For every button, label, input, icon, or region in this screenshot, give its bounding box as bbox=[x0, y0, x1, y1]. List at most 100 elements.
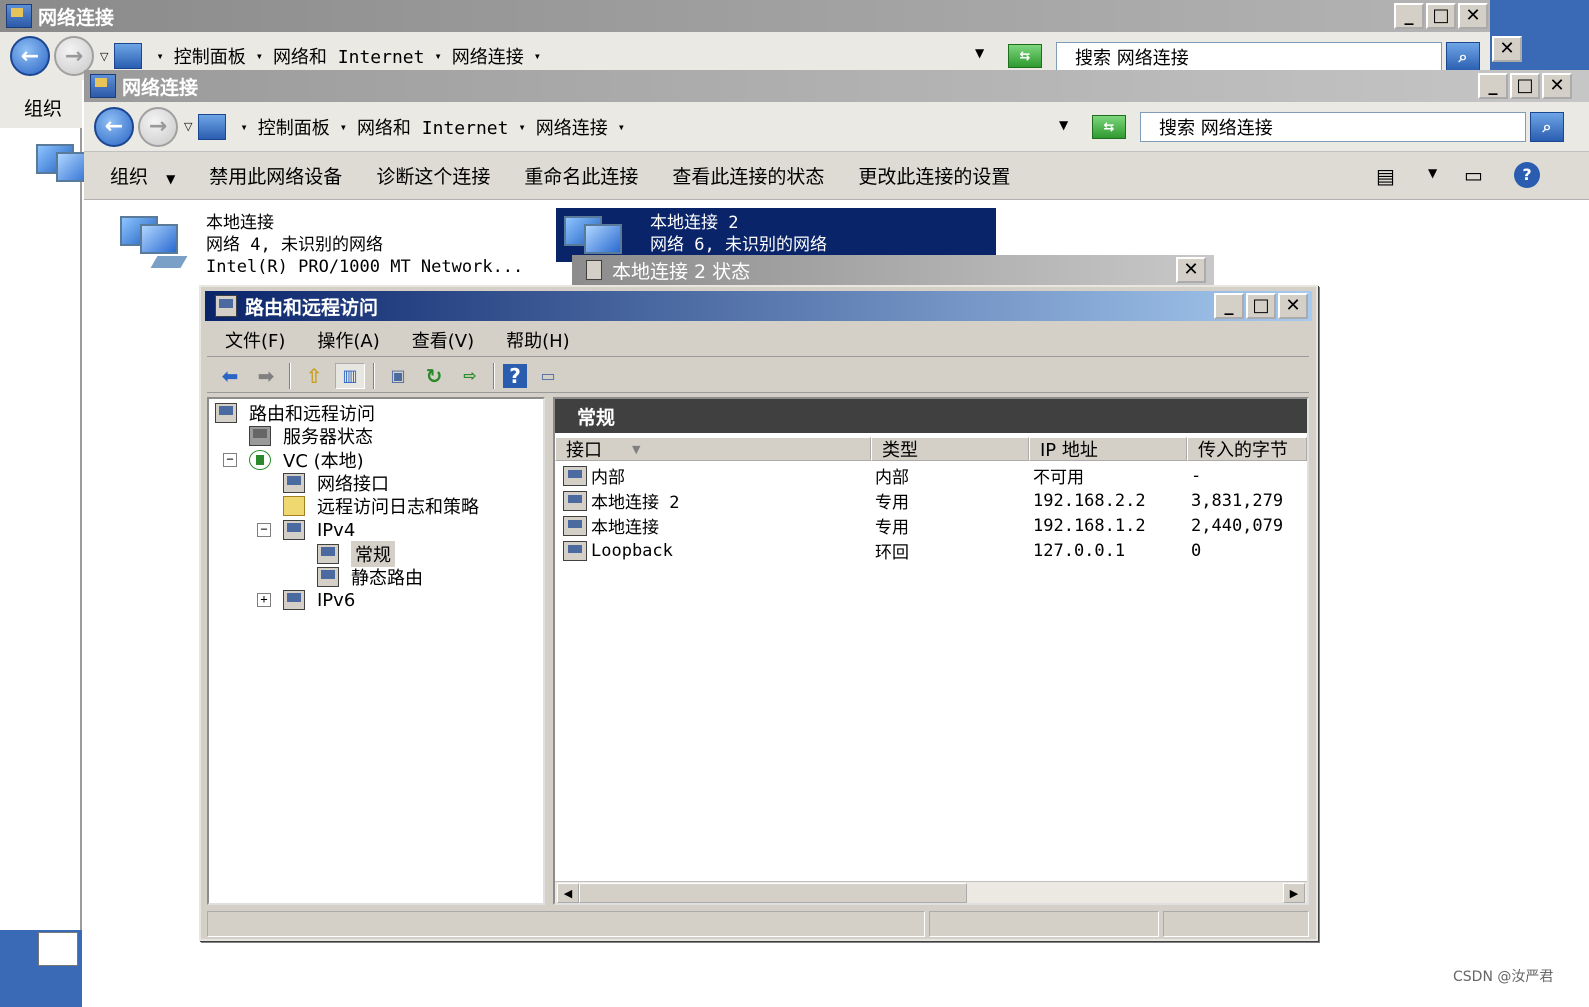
menu-file[interactable]: 文件(F) bbox=[207, 327, 299, 353]
preview-pane-icon[interactable]: ▭ bbox=[1464, 163, 1492, 187]
maximize-button[interactable]: □ bbox=[1426, 3, 1456, 29]
address-dropdown-icon[interactable]: ▼ bbox=[1059, 118, 1068, 132]
up-folder-icon[interactable]: ⇧ bbox=[299, 363, 329, 389]
minimize-button[interactable]: _ bbox=[1478, 73, 1508, 99]
tree-item-general[interactable]: 常规 bbox=[317, 541, 395, 567]
tree-item-ipv4[interactable]: − IPv4 bbox=[257, 518, 355, 542]
list-item[interactable]: 本地连接 网络 4, 未识别的网络 Intel(R) PRO/1000 MT N… bbox=[118, 212, 523, 278]
search-input[interactable]: 搜索 网络连接 bbox=[1056, 42, 1442, 72]
folder-icon bbox=[283, 496, 305, 516]
breadcrumb-item[interactable]: 网络连接 bbox=[452, 43, 524, 69]
column-header-interface[interactable]: 接口 ▼ bbox=[555, 437, 871, 461]
properties-icon[interactable]: ▣ bbox=[383, 363, 413, 389]
breadcrumb-item[interactable]: 网络连接 bbox=[536, 114, 608, 140]
column-header-bytes-in[interactable]: 传入的字节 bbox=[1187, 437, 1307, 461]
search-icon[interactable]: ⌕ bbox=[1530, 112, 1564, 142]
back-button[interactable]: ← bbox=[94, 106, 134, 147]
views-dropdown-icon[interactable]: ▼ bbox=[1428, 166, 1456, 190]
network-folder-icon bbox=[198, 113, 227, 140]
close-button[interactable]: ✕ bbox=[1458, 3, 1488, 29]
column-header-type[interactable]: 类型 bbox=[871, 437, 1029, 461]
minimize-button[interactable]: _ bbox=[1394, 3, 1424, 29]
status-dialog-title-bar[interactable]: 本地连接 2 状态 ✕ bbox=[572, 255, 1214, 285]
refresh-icon[interactable]: ↻ bbox=[419, 363, 449, 389]
back-arrow-icon[interactable]: ⬅ bbox=[215, 363, 245, 389]
organize-menu[interactable]: 组织 ▼ bbox=[84, 162, 192, 189]
change-settings-button[interactable]: 更改此连接的设置 bbox=[841, 162, 1027, 189]
close-button[interactable]: ✕ bbox=[1542, 73, 1572, 99]
scroll-left-icon[interactable]: ◀ bbox=[557, 883, 579, 903]
tree-item-network-interfaces[interactable]: 网络接口 bbox=[283, 471, 389, 495]
search-icon[interactable]: ⌕ bbox=[1446, 42, 1480, 72]
maximize-button[interactable]: □ bbox=[1510, 73, 1540, 99]
server-icon bbox=[249, 426, 271, 446]
tree-item-server[interactable]: − VC (本地) bbox=[223, 448, 364, 472]
window-body: 组织 bbox=[0, 80, 94, 930]
tree-item-remote-access-logging[interactable]: 远程访问日志和策略 bbox=[283, 494, 479, 518]
back-button[interactable]: ← bbox=[10, 36, 50, 76]
interface-icon bbox=[563, 490, 587, 511]
disable-device-button[interactable]: 禁用此网络设备 bbox=[192, 162, 359, 189]
window-controls: _ □ ✕ bbox=[1478, 73, 1572, 99]
table-row[interactable]: 内部 内部 不可用 - bbox=[555, 463, 1307, 488]
scrollbar-thumb[interactable] bbox=[579, 883, 967, 903]
show-tree-icon[interactable]: ▥ bbox=[335, 362, 365, 389]
window-title: 网络连接 bbox=[38, 6, 115, 29]
view-status-button[interactable]: 查看此连接的状态 bbox=[655, 162, 841, 189]
tree-item-ipv6[interactable]: + IPv6 bbox=[257, 588, 355, 612]
tree-item-static-routes[interactable]: 静态路由 bbox=[317, 565, 423, 589]
organize-menu[interactable]: 组织 bbox=[24, 94, 62, 121]
close-button[interactable]: ✕ bbox=[1492, 36, 1522, 62]
tree-item-server-status[interactable]: 服务器状态 bbox=[249, 424, 373, 448]
breadcrumb-item[interactable]: 控制面板 bbox=[174, 43, 246, 69]
scroll-right-icon[interactable]: ▶ bbox=[1283, 883, 1305, 903]
rename-connection-button[interactable]: 重命名此连接 bbox=[507, 162, 655, 189]
collapse-icon[interactable]: − bbox=[257, 523, 271, 537]
refresh-button[interactable]: ⇆ bbox=[1092, 115, 1126, 139]
menu-help[interactable]: 帮助(H) bbox=[488, 327, 584, 353]
network-connections-icon bbox=[90, 74, 116, 98]
breadcrumb-item[interactable]: 网络和 Internet bbox=[273, 43, 425, 69]
tree-item-rras-root[interactable]: 路由和远程访问 bbox=[215, 401, 375, 425]
menu-view[interactable]: 查看(V) bbox=[394, 327, 488, 353]
network-folder-icon bbox=[114, 43, 143, 69]
rras-node-icon bbox=[215, 403, 237, 423]
console-view-icon[interactable]: ▭ bbox=[533, 363, 563, 389]
window-title-bar[interactable]: 网络连接 _ □ ✕ bbox=[0, 0, 1490, 32]
network-adapter-icon bbox=[586, 260, 602, 280]
history-dropdown-icon[interactable]: ▽ bbox=[184, 120, 192, 133]
window-title-bar[interactable]: 路由和远程访问 _ □ ✕ bbox=[205, 291, 1312, 321]
export-list-icon[interactable]: ⇨ bbox=[455, 363, 485, 389]
views-icon[interactable]: ▤ bbox=[1376, 164, 1404, 188]
table-row[interactable]: 本地连接 专用 192.168.1.2 2,440,079 bbox=[555, 513, 1307, 538]
breadcrumb-item[interactable]: 控制面板 bbox=[258, 114, 330, 140]
network-adapter-icon bbox=[34, 140, 94, 182]
maximize-button[interactable]: □ bbox=[1246, 293, 1276, 319]
breadcrumb-item[interactable]: 网络和 Internet bbox=[357, 114, 509, 140]
table-row[interactable]: Loopback 环回 127.0.0.1 0 bbox=[555, 538, 1307, 563]
static-routes-icon bbox=[317, 567, 339, 587]
table-row[interactable]: 本地连接 2 专用 192.168.2.2 3,831,279 bbox=[555, 488, 1307, 513]
search-input[interactable]: 搜索 网络连接 bbox=[1140, 112, 1526, 142]
refresh-button[interactable]: ⇆ bbox=[1008, 44, 1042, 68]
forward-arrow-icon[interactable]: ➡ bbox=[251, 363, 281, 389]
connection-name: 本地连接 2 bbox=[650, 213, 739, 233]
window-title-bar[interactable]: 网络连接 _ □ ✕ bbox=[84, 70, 1589, 102]
minimize-button[interactable]: _ bbox=[1214, 293, 1244, 319]
history-dropdown-icon[interactable]: ▽ bbox=[100, 50, 108, 63]
connection-adapter: Intel(R) PRO/1000 MT Network... bbox=[206, 257, 524, 277]
column-header-ip[interactable]: IP 地址 bbox=[1029, 437, 1187, 461]
expand-icon[interactable]: + bbox=[257, 593, 271, 607]
collapse-icon[interactable]: − bbox=[223, 453, 237, 467]
diagnose-connection-button[interactable]: 诊断这个连接 bbox=[359, 162, 507, 189]
window-controls: _ □ ✕ bbox=[1214, 293, 1308, 319]
help-icon[interactable]: ? bbox=[1514, 162, 1540, 188]
forward-button[interactable]: → bbox=[138, 106, 178, 147]
address-dropdown-icon[interactable]: ▼ bbox=[975, 46, 984, 60]
close-button[interactable]: ✕ bbox=[1176, 257, 1206, 283]
list-item[interactable]: 本地连接 2 网络 6, 未识别的网络 bbox=[556, 208, 996, 262]
close-button[interactable]: ✕ bbox=[1278, 293, 1308, 319]
horizontal-scrollbar[interactable]: ◀ ▶ bbox=[555, 881, 1307, 903]
menu-action[interactable]: 操作(A) bbox=[299, 327, 393, 353]
help-icon[interactable]: ? bbox=[503, 363, 527, 388]
